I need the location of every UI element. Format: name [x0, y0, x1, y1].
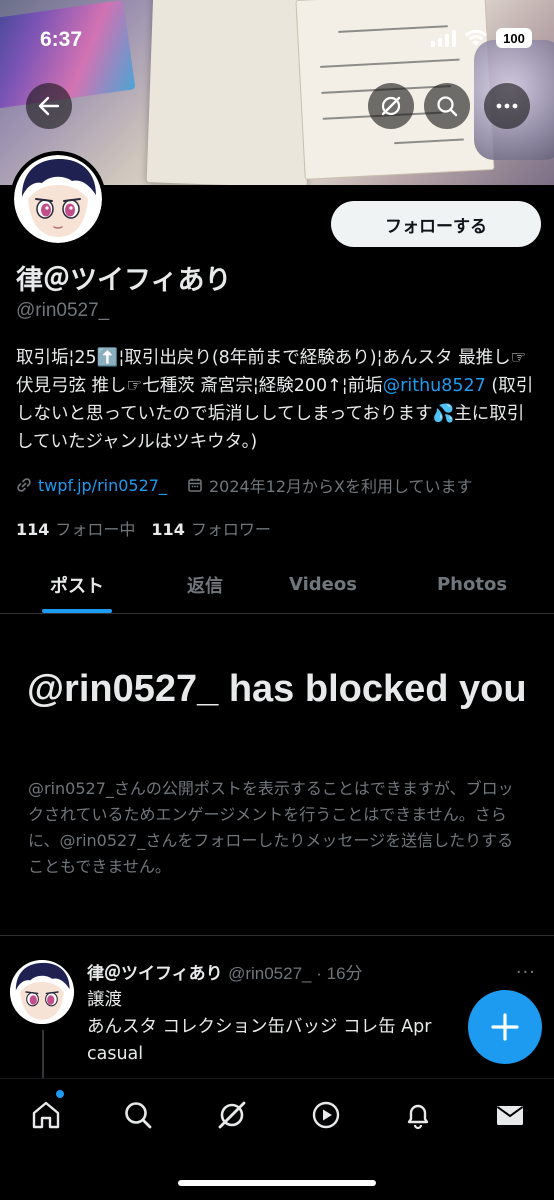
follow-button[interactable]: フォローする — [331, 201, 541, 247]
nav-video[interactable] — [306, 1095, 346, 1135]
following-link[interactable]: 114 フォロー中 — [16, 516, 135, 540]
explore-icon — [125, 1102, 152, 1129]
more-icon — [496, 103, 518, 109]
plus-icon — [491, 1013, 519, 1041]
blocked-title: @rin0527_ has blocked you — [27, 668, 527, 710]
profile-handle: @rin0527_ — [16, 300, 110, 321]
divider — [0, 935, 554, 936]
notifications-icon — [407, 1104, 429, 1130]
post-header: 律＠ツイフィあり @rin0527_ · 16分 — [87, 959, 363, 984]
followers-link[interactable]: 114 フォロワー — [151, 516, 270, 540]
tab-replies[interactable]: 返信 — [150, 556, 260, 613]
post-text-line: casual — [87, 1044, 144, 1064]
following-count: 114 — [16, 520, 50, 539]
follow-counts: 114 フォロー中 114 フォロワー — [16, 516, 271, 540]
post-author-name[interactable]: 律＠ツイフィあり — [87, 964, 223, 984]
back-button[interactable] — [26, 83, 72, 129]
profile-website-link[interactable]: twpf.jp/rin0527_ — [38, 476, 167, 495]
nav-grok[interactable] — [212, 1095, 252, 1135]
messages-icon — [496, 1106, 524, 1125]
status-bar: 6:37 100 — [0, 0, 554, 80]
active-tab-indicator — [42, 609, 112, 613]
profile-tabs: ポスト 返信 Videos Photos — [0, 556, 554, 614]
following-label: フォロー中 — [55, 520, 136, 539]
unread-dot — [56, 1090, 64, 1098]
tab-videos[interactable]: Videos — [268, 556, 378, 613]
more-options-button[interactable] — [484, 83, 530, 129]
profile-bio: 取引垢¦25⬆️¦取引出戻り(8年前まで経験あり)¦あんスタ 最推し☞伏見弓弦 … — [16, 344, 540, 456]
nav-messages[interactable] — [490, 1095, 530, 1135]
wifi-icon — [464, 29, 488, 46]
profile-meta: twpf.jp/rin0527_ 2024年12月からXを利用しています — [16, 473, 473, 497]
post-meta: @rin0527_ · 16分 — [228, 964, 363, 983]
avatar-illustration — [14, 155, 102, 243]
post-avatar-illustration — [10, 960, 74, 1024]
link-icon — [16, 477, 32, 493]
profile-joined-date: 2024年12月からXを利用しています — [208, 477, 473, 496]
status-icons: 100 — [431, 28, 532, 48]
back-arrow-icon — [38, 96, 60, 116]
post-text-line: 譲渡 — [87, 990, 122, 1010]
tab-photos[interactable]: Photos — [412, 556, 532, 613]
bio-mention-link[interactable]: @rithu8527 — [383, 376, 486, 396]
grok-nav-icon — [218, 1101, 246, 1129]
tab-posts[interactable]: ポスト — [20, 556, 134, 613]
nav-notifications[interactable] — [398, 1095, 438, 1135]
followers-label: フォロワー — [190, 520, 271, 539]
video-icon — [312, 1101, 340, 1129]
post-avatar[interactable] — [10, 960, 74, 1024]
post-more-button[interactable]: ··· — [516, 962, 536, 983]
nav-explore[interactable] — [118, 1095, 158, 1135]
calendar-icon — [187, 477, 203, 493]
home-indicator — [178, 1180, 376, 1186]
followers-count: 114 — [151, 520, 185, 539]
search-icon — [437, 96, 458, 117]
battery-indicator: 100 — [496, 28, 532, 48]
home-icon — [32, 1101, 60, 1129]
blocked-description: @rin0527_さんの公開ポストを表示することはできますが、ブロックされている… — [28, 779, 514, 876]
grok-icon — [381, 96, 401, 116]
thread-line — [42, 1030, 44, 1078]
profile-avatar[interactable] — [10, 151, 106, 247]
cellular-signal-icon — [431, 29, 456, 47]
status-time: 6:37 — [40, 28, 83, 51]
nav-home[interactable] — [26, 1095, 66, 1135]
profile-name: 律＠ツイフィあり — [16, 265, 232, 296]
grok-button[interactable] — [368, 83, 414, 129]
compose-button[interactable] — [468, 990, 542, 1064]
search-button[interactable] — [424, 83, 470, 129]
